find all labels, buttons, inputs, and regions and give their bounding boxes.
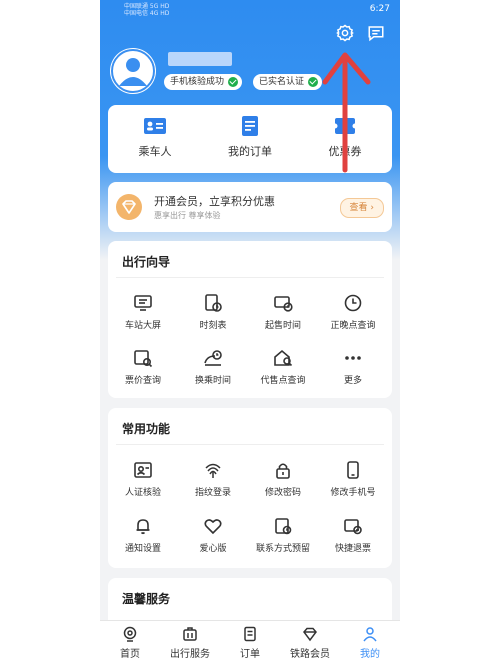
annotation-arrow xyxy=(322,52,371,173)
